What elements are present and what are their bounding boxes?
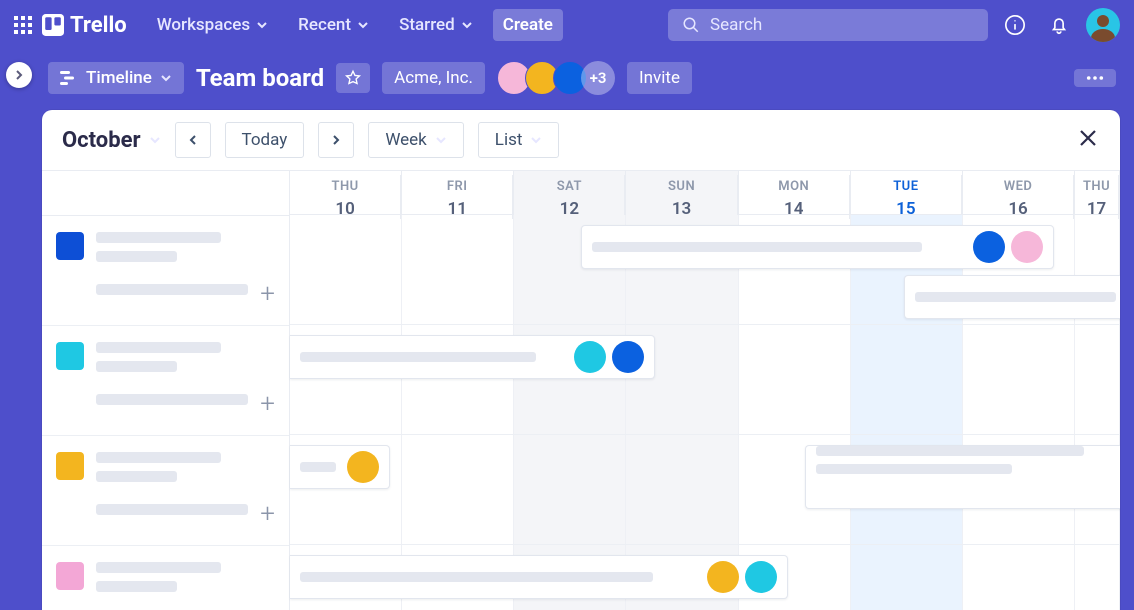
day-column-header: FRI11 — [402, 171, 514, 219]
range-selector[interactable]: Week — [368, 122, 463, 158]
timeline-side: + + + — [42, 170, 290, 610]
chevron-down-icon — [530, 134, 542, 146]
day-column-header: THU17 — [1075, 171, 1120, 219]
list-row: + — [42, 326, 289, 436]
search-icon — [682, 16, 700, 34]
card-member-avatar — [612, 341, 644, 373]
day-column-header: WED16 — [963, 171, 1075, 219]
timeline-card[interactable] — [290, 445, 390, 489]
list-row: + — [42, 216, 289, 326]
card-member-avatar — [973, 231, 1005, 263]
timeline-card[interactable] — [581, 225, 1054, 269]
search-input[interactable]: Search — [668, 9, 988, 41]
day-column-header: SUN13 — [626, 171, 738, 219]
day-column-header: SAT12 — [514, 171, 626, 219]
ellipsis-icon — [1086, 75, 1104, 81]
list-row: + — [42, 436, 289, 546]
timeline-card[interactable] — [290, 555, 788, 599]
add-card-button[interactable]: + — [260, 391, 275, 417]
timeline-card[interactable] — [805, 445, 1120, 509]
apps-menu-icon[interactable] — [14, 16, 32, 34]
timeline-grid[interactable]: THU10FRI11SAT12SUN13MON14TUE15WED16THU17 — [290, 170, 1120, 610]
grouping-selector[interactable]: List — [478, 122, 560, 158]
calendar: + + + THU10FRI11SAT12SUN13MON14TUE15WED16T… — [42, 170, 1120, 610]
chevron-right-icon — [13, 69, 25, 81]
starred-menu[interactable]: Starred — [389, 9, 483, 41]
notifications-button[interactable] — [1042, 8, 1076, 42]
recent-menu[interactable]: Recent — [288, 9, 379, 41]
more-members-badge[interactable]: +3 — [581, 61, 615, 95]
board-members[interactable]: +3 — [497, 61, 615, 95]
create-button[interactable]: Create — [493, 9, 563, 41]
card-member-avatar — [1011, 231, 1043, 263]
info-icon — [1004, 14, 1026, 36]
day-column-header: MON14 — [739, 171, 851, 219]
list-row — [42, 546, 289, 610]
chevron-down-icon — [435, 134, 447, 146]
close-panel-button[interactable] — [1076, 126, 1100, 154]
workspaces-menu[interactable]: Workspaces — [147, 9, 278, 41]
day-column-header: THU10 — [290, 171, 402, 219]
month-selector[interactable]: October — [62, 128, 161, 153]
prev-period-button[interactable] — [175, 122, 211, 158]
next-period-button[interactable] — [318, 122, 354, 158]
info-button[interactable] — [998, 8, 1032, 42]
timeline-toolbar: October Today Week List — [42, 110, 1120, 170]
day-header: THU10FRI11SAT12SUN13MON14TUE15WED16THU17 — [290, 170, 1120, 215]
chevron-left-icon — [187, 134, 199, 146]
card-member-avatar — [707, 561, 739, 593]
add-card-button[interactable]: + — [260, 281, 275, 307]
view-switcher[interactable]: Timeline — [48, 62, 184, 94]
card-member-avatar — [347, 451, 379, 483]
brand-text: Trello — [70, 13, 127, 38]
expand-sidebar-button[interactable] — [6, 62, 32, 88]
card-member-avatar — [745, 561, 777, 593]
chevron-down-icon — [160, 72, 172, 84]
list-icon — [56, 452, 84, 480]
bell-icon — [1048, 14, 1070, 36]
board-bar: Timeline Team board Acme, Inc. +3 Invite — [42, 50, 1134, 106]
add-card-button[interactable]: + — [260, 501, 275, 527]
card-member-avatar — [574, 341, 606, 373]
top-nav: Trello Workspaces Recent Starred Create … — [0, 0, 1134, 50]
today-button[interactable]: Today — [225, 122, 305, 158]
workspace-button[interactable]: Acme, Inc. — [382, 62, 485, 94]
invite-button[interactable]: Invite — [627, 62, 692, 94]
list-icon — [56, 562, 84, 590]
trello-logo[interactable]: Trello — [42, 13, 127, 38]
list-icon — [56, 232, 84, 260]
day-column-header: TUE15 — [851, 171, 963, 219]
star-icon — [344, 69, 362, 87]
list-icon — [56, 342, 84, 370]
timeline-panel: October Today Week List + + + — [42, 110, 1120, 610]
user-avatar[interactable] — [1086, 8, 1120, 42]
chevron-down-icon — [149, 134, 161, 146]
star-board-button[interactable] — [336, 63, 370, 93]
timeline-icon — [60, 69, 78, 87]
timeline-card[interactable] — [904, 275, 1120, 319]
board-title[interactable]: Team board — [196, 64, 324, 92]
board-menu-button[interactable] — [1074, 69, 1116, 87]
chevron-right-icon — [330, 134, 342, 146]
timeline-card[interactable] — [290, 335, 655, 379]
close-icon — [1076, 126, 1100, 150]
